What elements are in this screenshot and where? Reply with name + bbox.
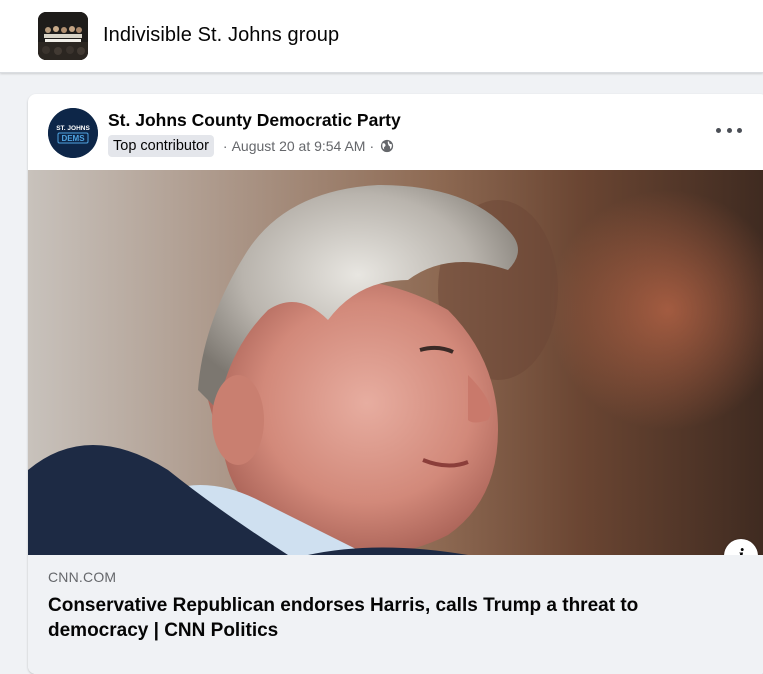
post-timestamp[interactable]: August 20 at 9:54 AM xyxy=(232,138,366,154)
group-header: Indivisible St. Johns group xyxy=(0,0,763,73)
page-avatar[interactable]: ST. JOHNS DEMS xyxy=(48,108,98,158)
dot xyxy=(726,127,732,133)
globe-icon xyxy=(380,139,394,153)
top-contributor-badge[interactable]: Top contributor xyxy=(108,135,214,157)
post-author[interactable]: St. Johns County Democratic Party xyxy=(108,110,401,131)
link-image[interactable]: i xyxy=(28,170,763,555)
separator: · xyxy=(369,138,375,154)
more-options-icon[interactable] xyxy=(716,120,742,140)
group-title[interactable]: Indivisible St. Johns group xyxy=(103,24,339,47)
avatar-text-bottom: DEMS xyxy=(61,134,85,143)
dot xyxy=(737,127,742,133)
separator: · xyxy=(222,138,228,154)
link-domain: CNN.COM xyxy=(48,569,117,585)
link-preview[interactable]: CNN.COM Conservative Republican endorses… xyxy=(28,555,763,674)
dot xyxy=(716,127,721,133)
link-headline[interactable]: Conservative Republican endorses Harris,… xyxy=(48,593,698,643)
post-card: ST. JOHNS DEMS St. Johns County Democrat… xyxy=(28,94,763,674)
group-photo-icon[interactable] xyxy=(38,12,88,60)
avatar-text-top: ST. JOHNS xyxy=(56,125,90,132)
post-meta: Top contributor · August 20 at 9:54 AM · xyxy=(108,135,394,157)
